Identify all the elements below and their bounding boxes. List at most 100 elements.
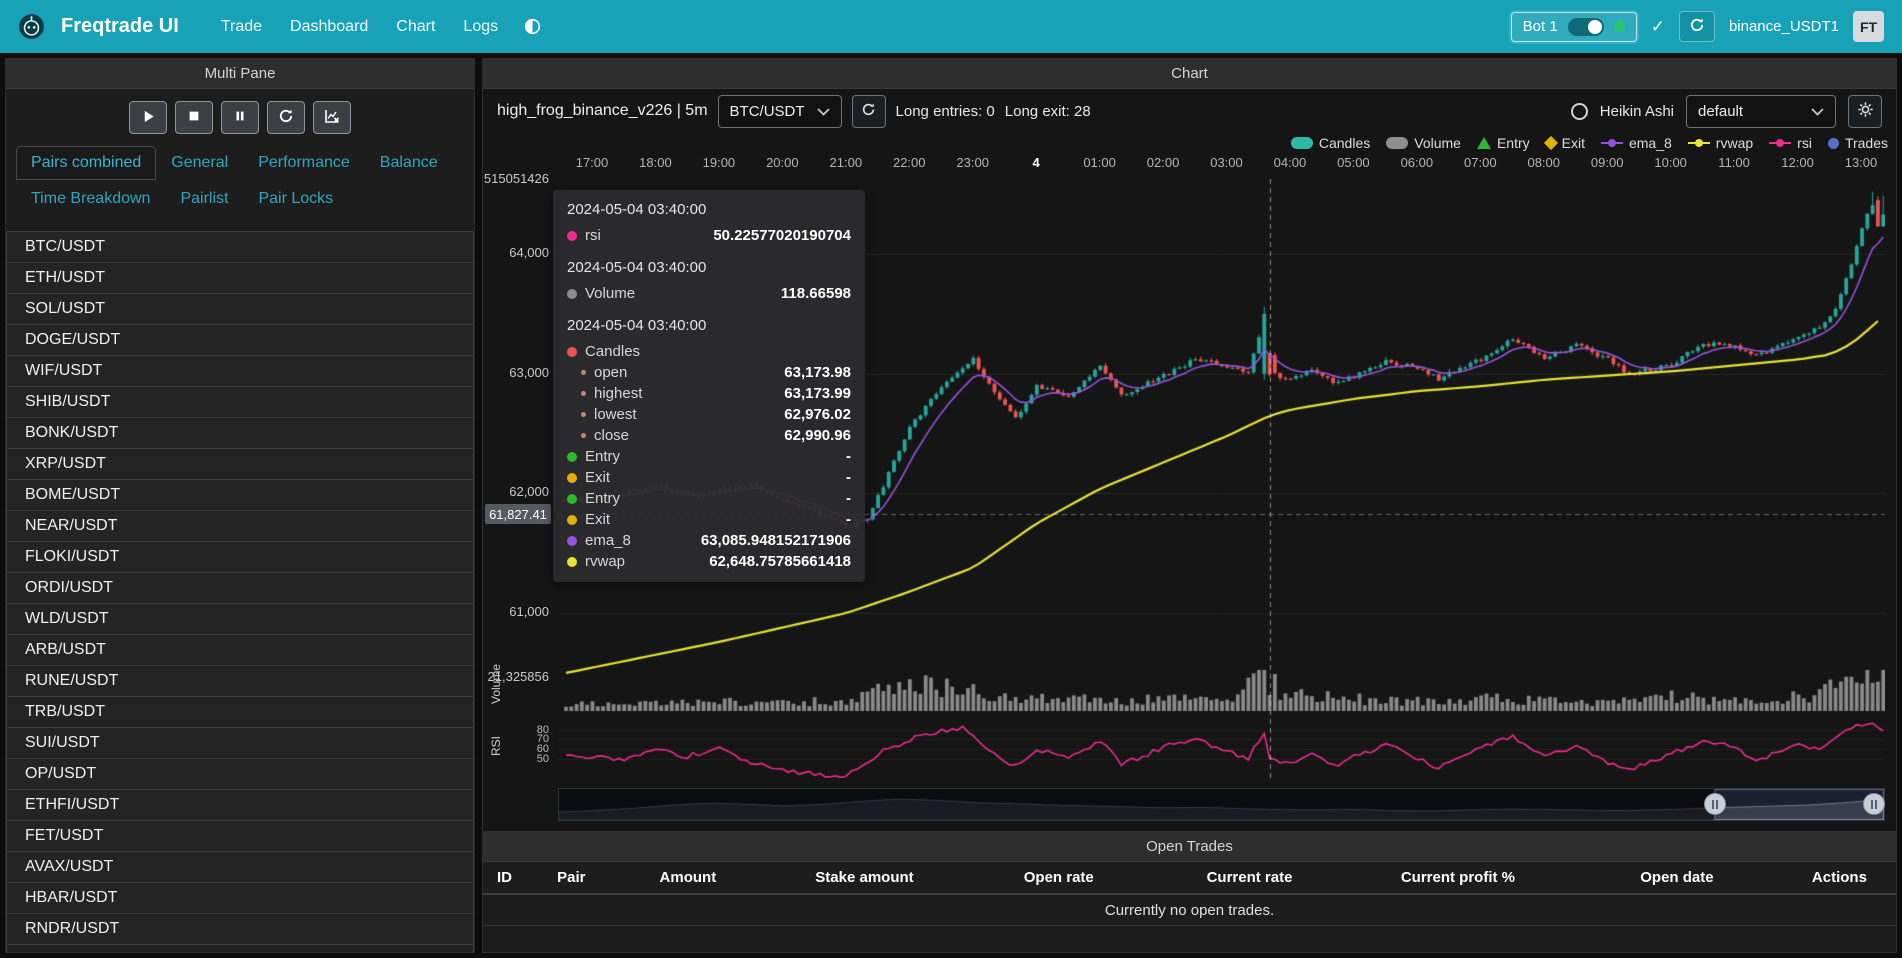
chart-panel-header: Chart [483, 59, 1896, 89]
x-axis-tick: 19:00 [703, 155, 736, 170]
bot-online-toggle[interactable] [1568, 18, 1604, 36]
theme-toggle-icon[interactable] [524, 18, 541, 35]
navbar: Freqtrade UI TradeDashboardChartLogs Bot… [0, 0, 1902, 53]
column-open-rate: Open rate [963, 869, 1154, 886]
pair-item-xrp-usdt[interactable]: XRP/USDT [6, 448, 474, 480]
tab-pairs-combined[interactable]: Pairs combined [16, 146, 156, 180]
tooltip-label: Entry [585, 446, 620, 467]
pair-select[interactable]: BTC/USDT [718, 95, 842, 128]
tooltip-label: open [594, 362, 627, 383]
exit-legend-marker [1544, 136, 1558, 150]
heikin-ashi-checkbox[interactable] [1571, 103, 1588, 120]
user-avatar[interactable]: FT [1853, 11, 1884, 42]
x-axis-tick: 02:00 [1147, 155, 1180, 170]
tooltip-row-exit: Exit - [567, 467, 851, 488]
tooltip-value: 63,173.99 [784, 383, 851, 404]
x-axis-tick: 06:00 [1401, 155, 1434, 170]
legend-candles[interactable]: Candles [1291, 135, 1370, 151]
pair-item-ethfi-usdt[interactable]: ETHFI/USDT [6, 789, 474, 821]
play-button[interactable] [129, 101, 167, 134]
refresh-icon [861, 102, 876, 120]
app-title: Freqtrade UI [61, 15, 179, 38]
nav-link-chart[interactable]: Chart [382, 18, 449, 36]
tooltip-value: - [846, 467, 851, 488]
legend-entry[interactable]: Entry [1477, 135, 1530, 151]
legend-exit[interactable]: Exit [1546, 135, 1585, 151]
candles-legend-marker [1291, 137, 1313, 149]
plot-config-select[interactable]: default [1686, 95, 1836, 128]
refresh-button[interactable] [267, 101, 305, 134]
pair-item-wld-usdt[interactable]: WLD/USDT [6, 603, 474, 635]
pair-item-bonk-usdt[interactable]: BONK/USDT [6, 417, 474, 449]
tooltip-label: Exit [585, 467, 610, 488]
pair-item-trb-usdt[interactable]: TRB/USDT [6, 696, 474, 728]
nav-link-trade[interactable]: Trade [207, 18, 276, 36]
pair-item-rndr-usdt[interactable]: RNDR/USDT [6, 913, 474, 945]
chart-panel: Chart high_frog_binance_v226 | 5m BTC/US… [482, 58, 1897, 953]
pause-button[interactable] [221, 101, 259, 134]
legend-ema-8[interactable]: ema_8 [1601, 135, 1672, 151]
pair-item-bome-usdt[interactable]: BOME/USDT [6, 479, 474, 511]
ema-8-series-dot [567, 536, 577, 546]
tooltip-row-exit: Exit- [567, 509, 851, 530]
pair-item-floki-usdt[interactable]: FLOKI/USDT [6, 541, 474, 573]
tab-general[interactable]: General [156, 146, 243, 180]
x-axis-tick: 23:00 [956, 155, 989, 170]
volume-axis-name: Volume [489, 654, 503, 714]
pair-item-sui-usdt[interactable]: SUI/USDT [6, 727, 474, 759]
rsi-legend-marker [1769, 138, 1791, 148]
pair-item-hbar-usdt[interactable]: HBAR/USDT [6, 882, 474, 914]
tab-pairlist[interactable]: Pairlist [165, 182, 243, 216]
datazoom-handle-right[interactable] [1863, 793, 1885, 815]
x-axis-tick: 05:00 [1337, 155, 1370, 170]
highest-series-dot [581, 391, 586, 396]
pair-item-arb-usdt[interactable]: ARB/USDT [6, 634, 474, 666]
bot-name: Bot 1 [1523, 18, 1558, 35]
tab-performance[interactable]: Performance [243, 146, 365, 180]
legend-label: rsi [1797, 135, 1812, 151]
legend-rvwap[interactable]: rvwap [1688, 135, 1753, 151]
pair-item-rune-usdt[interactable]: RUNE/USDT [6, 665, 474, 697]
refresh-chart-button[interactable] [852, 95, 886, 128]
pair-item-eth-usdt[interactable]: ETH/USDT [6, 262, 474, 294]
pair-item-fet-usdt[interactable]: FET/USDT [6, 820, 474, 852]
multipane-tabs: Pairs combinedGeneralPerformanceBalance T… [6, 144, 474, 226]
pair-item-btc-usdt[interactable]: BTC/USDT [6, 231, 474, 263]
bot-selector[interactable]: Bot 1 [1511, 12, 1637, 42]
pair-item-op-usdt[interactable]: OP/USDT [6, 758, 474, 790]
pair-item-sol-usdt[interactable]: SOL/USDT [6, 293, 474, 325]
pair-item-shib-usdt[interactable]: SHIB/USDT [6, 386, 474, 418]
legend-trades[interactable]: Trades [1828, 135, 1888, 151]
stop-button[interactable] [175, 101, 213, 134]
pair-item-avax-usdt[interactable]: AVAX/USDT [6, 851, 474, 883]
reload-bot-button[interactable] [1679, 11, 1715, 42]
close-series-dot [581, 433, 586, 438]
trades-legend-marker [1828, 138, 1839, 149]
tab-pair-locks[interactable]: Pair Locks [243, 182, 348, 216]
rsi-tick-label: 50 [483, 753, 553, 765]
tooltip-row-lowest: lowest62,976.02 [567, 404, 851, 425]
freqtrade-logo-icon [18, 13, 45, 40]
legend-volume[interactable]: Volume [1386, 135, 1461, 151]
refresh-icon [278, 108, 294, 127]
chart-settings-button[interactable] [1848, 95, 1882, 128]
pair-item-near-usdt[interactable]: NEAR/USDT [6, 510, 474, 542]
column-amount: Amount [610, 869, 765, 886]
tab-time-breakdown[interactable]: Time Breakdown [16, 182, 165, 216]
rvwap-legend-marker [1688, 138, 1710, 148]
nav-link-dashboard[interactable]: Dashboard [276, 18, 382, 36]
tooltip-row-highest: highest63,173.99 [567, 383, 851, 404]
datazoom-handle-left[interactable] [1704, 793, 1726, 815]
navbar-right: Bot 1 ✓ binance_USDT1 FT [1511, 11, 1884, 42]
tab-balance[interactable]: Balance [365, 146, 453, 180]
pair-item-wif-usdt[interactable]: WIF/USDT [6, 355, 474, 387]
pair-item-ordi-usdt[interactable]: ORDI/USDT [6, 572, 474, 604]
stop-icon [187, 109, 201, 126]
pair-item-doge-usdt[interactable]: DOGE/USDT [6, 324, 474, 356]
chart-remove-button[interactable] [313, 101, 351, 134]
pair-item-ar-usdt[interactable]: AR/USDT [6, 944, 474, 952]
nav-link-logs[interactable]: Logs [449, 18, 512, 36]
tooltip-label: lowest [594, 404, 637, 425]
datazoom-slider[interactable] [558, 788, 1885, 821]
legend-rsi[interactable]: rsi [1769, 135, 1812, 151]
